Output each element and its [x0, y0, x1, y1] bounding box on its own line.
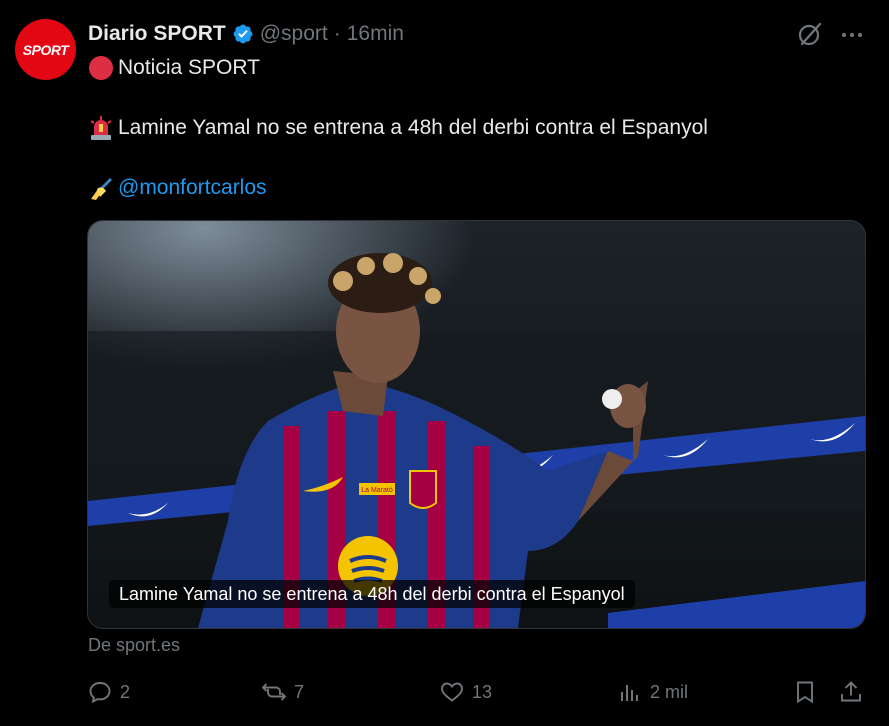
- separator: ·: [333, 22, 341, 45]
- like-count: 13: [472, 681, 493, 702]
- tweet[interactable]: SPORT Diario SPORT @sport · 16min Notici…: [0, 0, 889, 726]
- bookmark-icon: [797, 681, 813, 704]
- views-icon: [621, 685, 638, 701]
- link-source[interactable]: De sport.es: [88, 635, 180, 656]
- retweet-icon: [262, 683, 286, 701]
- grok-icon[interactable]: [797, 21, 823, 47]
- mention-link[interactable]: @monfortcarlos: [118, 174, 267, 202]
- bookmark-button[interactable]: [793, 675, 817, 709]
- avatar[interactable]: SPORT: [15, 19, 76, 80]
- media-caption: Lamine Yamal no se entrena a 48h del der…: [109, 580, 635, 608]
- more-icon[interactable]: [840, 24, 864, 46]
- media-image[interactable]: La Marató Lamine Yamal no se entrena a 4…: [87, 220, 866, 629]
- like-button[interactable]: 13: [440, 675, 492, 709]
- reply-count: 2: [120, 681, 131, 702]
- action-bar: 2 7 13 2 mil: [0, 675, 889, 709]
- retweet-count: 7: [294, 681, 305, 702]
- tweet-text-line-2: Lamine Yamal no se entrena a 48h del der…: [118, 116, 708, 139]
- handle[interactable]: @sport: [260, 22, 328, 46]
- tweet-text-line-1: Noticia SPORT: [118, 56, 260, 79]
- verified-icon: [233, 24, 253, 44]
- tweet-header: Diario SPORT @sport · 16min: [88, 20, 404, 48]
- like-icon: [441, 682, 463, 702]
- share-button[interactable]: [839, 675, 863, 709]
- reply-icon: [89, 682, 111, 704]
- timestamp[interactable]: 16min: [347, 22, 404, 46]
- tweet-line-3: @monfortcarlos: [88, 174, 267, 202]
- tweet-line-2: Lamine Yamal no se entrena a 48h del der…: [88, 114, 708, 142]
- reply-button[interactable]: 2: [88, 675, 130, 709]
- sponsor-badge: La Marató: [361, 487, 393, 494]
- retweet-button[interactable]: 7: [262, 675, 304, 709]
- writing-hand-emoji: [91, 178, 112, 200]
- share-icon: [841, 681, 861, 702]
- views-count: 2 mil: [650, 681, 689, 702]
- views-button[interactable]: 2 mil: [618, 675, 688, 709]
- photo-illustration: La Marató: [88, 221, 865, 628]
- display-name[interactable]: Diario SPORT: [88, 22, 226, 46]
- siren-emoji: [90, 116, 112, 140]
- avatar-logo-text: SPORT: [22, 41, 69, 58]
- red-circle-emoji: [89, 56, 113, 80]
- tweet-line-1: Noticia SPORT: [88, 54, 260, 82]
